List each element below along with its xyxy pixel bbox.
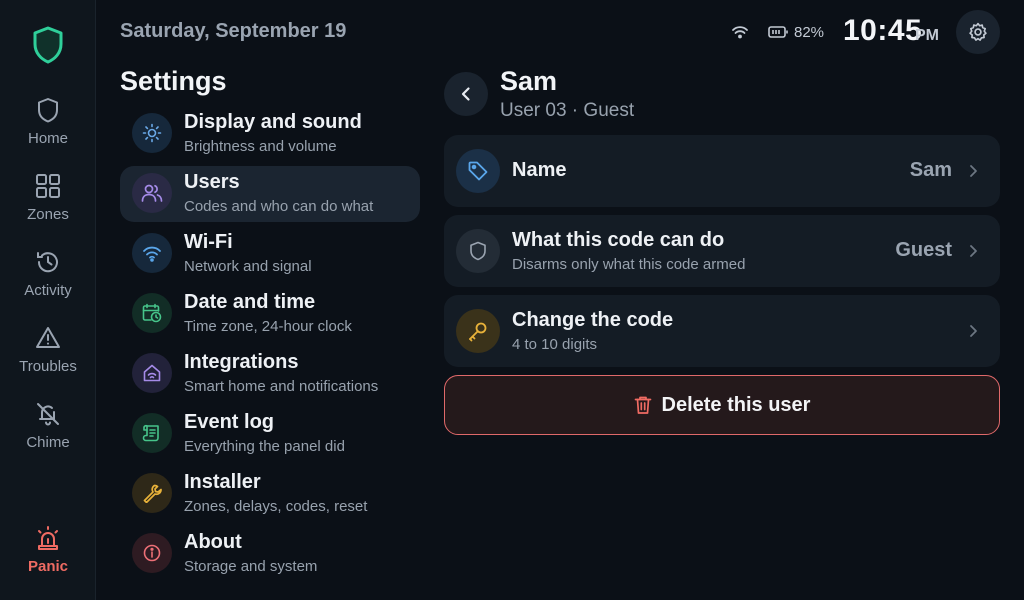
user-subtitle: User 03 · Guest xyxy=(500,100,635,121)
history-icon xyxy=(34,248,62,276)
nav-home[interactable]: Home xyxy=(0,96,96,160)
nav-zones-label: Zones xyxy=(27,206,69,223)
battery-percent: 82% xyxy=(794,24,825,41)
settings-item-installer[interactable]: Installer Zones, delays, codes, reset xyxy=(120,466,420,522)
row-permissions[interactable]: What this code can do Disarms only what … xyxy=(444,215,1000,287)
row-value: Guest xyxy=(895,239,952,261)
chevron-left-icon xyxy=(460,86,472,102)
wrench-icon xyxy=(132,473,172,513)
nav-zones[interactable]: Zones xyxy=(0,172,96,236)
settings-item-title: Installer xyxy=(184,471,261,493)
settings-item-about[interactable]: About Storage and system xyxy=(120,526,420,582)
settings-item-display-sound[interactable]: Display and sound Brightness and volume xyxy=(120,106,420,162)
row-name[interactable]: Name Sam xyxy=(444,135,1000,207)
nav-rail: Home Zones Activity Troubles Chime Panic xyxy=(0,0,96,600)
settings-title: Settings xyxy=(120,66,227,96)
settings-menu: Display and sound Brightness and volume … xyxy=(120,106,420,586)
row-title: Name xyxy=(512,159,567,181)
shield-icon xyxy=(456,229,500,273)
settings-item-wifi[interactable]: Wi-Fi Network and signal xyxy=(120,226,420,282)
delete-user-label: Delete this user xyxy=(661,393,811,416)
row-subtitle: Disarms only what this code armed xyxy=(512,256,746,273)
logo-shield-icon xyxy=(30,25,66,65)
users-icon xyxy=(132,173,172,213)
wifi-status-icon xyxy=(731,24,749,40)
nav-troubles-label: Troubles xyxy=(19,358,77,375)
clock-ampm: PM xyxy=(915,27,939,44)
tag-icon xyxy=(456,149,500,193)
settings-item-subtitle: Everything the panel did xyxy=(184,438,345,455)
info-icon xyxy=(132,533,172,573)
settings-button[interactable] xyxy=(956,10,1000,54)
row-subtitle: 4 to 10 digits xyxy=(512,336,598,353)
delete-user-button[interactable]: Delete this user xyxy=(444,375,1000,435)
settings-item-title: Integrations xyxy=(184,351,299,373)
settings-item-title: About xyxy=(184,531,242,553)
settings-item-subtitle: Zones, delays, codes, reset xyxy=(184,498,368,515)
trash-icon xyxy=(634,395,652,415)
panic-button[interactable]: Panic xyxy=(0,524,96,588)
bell-off-icon xyxy=(34,400,62,428)
chevron-right-icon xyxy=(966,163,980,179)
settings-item-title: Wi-Fi xyxy=(184,231,233,253)
clock-time: 10:45 xyxy=(843,14,923,47)
settings-item-integrations[interactable]: Integrations Smart home and notification… xyxy=(120,346,420,402)
settings-item-date-time[interactable]: Date and time Time zone, 24-hour clock xyxy=(120,286,420,342)
chevron-right-icon xyxy=(966,243,980,259)
settings-item-event-log[interactable]: Event log Everything the panel did xyxy=(120,406,420,462)
row-title: What this code can do xyxy=(512,229,725,251)
chevron-right-icon xyxy=(966,323,980,339)
warning-icon xyxy=(34,324,62,352)
wifi-icon xyxy=(132,233,172,273)
settings-item-title: Date and time xyxy=(184,291,316,313)
nav-chime-label: Chime xyxy=(26,434,70,451)
settings-item-subtitle: Codes and who can do what xyxy=(184,198,374,215)
row-change-code[interactable]: Change the code 4 to 10 digits xyxy=(444,295,1000,367)
panic-label: Panic xyxy=(27,558,69,575)
key-icon xyxy=(456,309,500,353)
nav-activity-label: Activity xyxy=(24,282,72,299)
back-button[interactable] xyxy=(444,72,488,116)
settings-item-subtitle: Brightness and volume xyxy=(184,138,337,155)
calendar-clock-icon xyxy=(132,293,172,333)
grid-icon xyxy=(34,172,62,200)
settings-item-users[interactable]: Users Codes and who can do what xyxy=(120,166,420,222)
settings-item-subtitle: Time zone, 24-hour clock xyxy=(184,318,352,335)
settings-item-title: Users xyxy=(184,171,240,193)
sun-icon xyxy=(132,113,172,153)
nav-home-label: Home xyxy=(27,130,68,147)
nav-chime[interactable]: Chime xyxy=(0,400,96,464)
smart-home-icon xyxy=(132,353,172,393)
settings-item-subtitle: Storage and system xyxy=(184,558,318,575)
row-title: Change the code xyxy=(512,309,674,331)
settings-item-subtitle: Network and signal xyxy=(184,258,312,275)
nav-troubles[interactable]: Troubles xyxy=(0,324,96,388)
siren-icon xyxy=(34,524,62,552)
shield-icon xyxy=(34,96,62,124)
date-text: Saturday, September 19 xyxy=(120,20,347,42)
gear-icon xyxy=(968,22,988,42)
nav-activity[interactable]: Activity xyxy=(0,248,96,312)
user-name-title: Sam xyxy=(500,66,558,96)
settings-item-title: Display and sound xyxy=(184,111,362,133)
scroll-icon xyxy=(132,413,172,453)
settings-item-subtitle: Smart home and notifications xyxy=(184,378,379,395)
battery-icon xyxy=(768,24,788,40)
settings-item-title: Event log xyxy=(184,411,275,433)
row-value: Sam xyxy=(909,159,952,181)
